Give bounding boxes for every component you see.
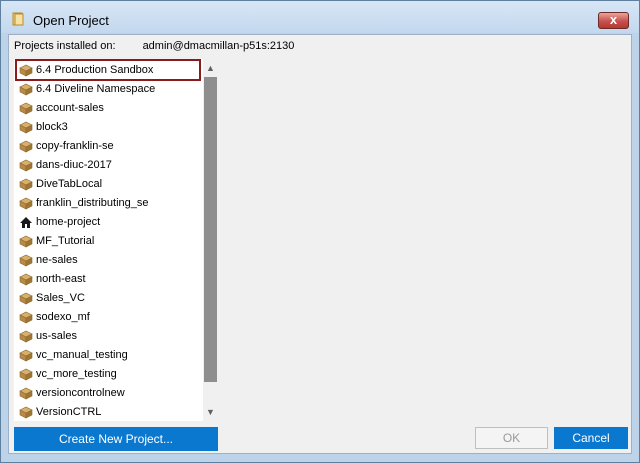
- project-label: VersionCTRL: [36, 406, 102, 418]
- package-icon: [19, 292, 33, 305]
- scroll-thumb[interactable]: [204, 77, 217, 382]
- installed-on-header: Projects installed on: admin@dmacmillan-…: [14, 40, 294, 52]
- project-list-item[interactable]: MF_Tutorial: [17, 232, 199, 250]
- project-label: home-project: [36, 216, 101, 228]
- project-label: franklin_distributing_se: [36, 197, 149, 209]
- package-icon: [19, 235, 33, 248]
- cancel-button[interactable]: Cancel: [554, 427, 628, 449]
- project-list-item[interactable]: home-project: [17, 213, 199, 231]
- package-icon: [19, 273, 33, 286]
- project-list-item[interactable]: block3: [17, 118, 199, 136]
- open-project-window: Open Project x Projects installed on: ad…: [0, 0, 640, 463]
- project-list-item[interactable]: 6.4 Production Sandbox: [15, 59, 201, 81]
- package-icon: [19, 349, 33, 362]
- project-list-item[interactable]: vc_more_testing: [17, 365, 199, 383]
- package-icon: [19, 83, 33, 96]
- create-new-project-button[interactable]: Create New Project...: [14, 427, 218, 451]
- project-list-item[interactable]: DiveTabLocal: [17, 175, 199, 193]
- project-list[interactable]: 6.4 Production Sandbox 6.4 Diveline Names…: [14, 59, 218, 421]
- project-label: vc_manual_testing: [36, 349, 128, 361]
- project-label: vc_more_testing: [36, 368, 117, 380]
- project-list-item[interactable]: VersionCTRL: [17, 403, 199, 421]
- scroll-up-arrow-icon[interactable]: ▲: [203, 60, 218, 76]
- package-icon: [19, 159, 33, 172]
- project-label: ne-sales: [36, 254, 78, 266]
- project-list-item[interactable]: franklin_distributing_se: [17, 194, 199, 212]
- package-icon: [19, 406, 33, 419]
- project-label: sodexo_mf: [36, 311, 90, 323]
- package-icon: [19, 330, 33, 343]
- project-label: Sales_VC: [36, 292, 85, 304]
- close-icon: x: [609, 12, 618, 27]
- project-label: account-sales: [36, 102, 104, 114]
- project-list-item[interactable]: vc_manual_testing: [17, 346, 199, 364]
- close-button[interactable]: x: [598, 12, 629, 29]
- package-icon: [19, 64, 33, 77]
- project-list-item[interactable]: dans-diuc-2017: [17, 156, 199, 174]
- package-icon: [19, 311, 33, 324]
- folder-icon: [12, 12, 24, 26]
- project-label: north-east: [36, 273, 86, 285]
- details-pane: [219, 59, 629, 421]
- project-list-scrollbar[interactable]: ▲ ▼: [203, 59, 218, 421]
- project-label: dans-diuc-2017: [36, 159, 112, 171]
- project-list-item[interactable]: north-east: [17, 270, 199, 288]
- project-label: 6.4 Production Sandbox: [36, 64, 154, 76]
- package-icon: [19, 387, 33, 400]
- project-list-item[interactable]: account-sales: [17, 99, 199, 117]
- ok-button[interactable]: OK: [475, 427, 548, 449]
- home-icon: [20, 217, 32, 228]
- package-icon: [19, 178, 33, 191]
- project-label: versioncontrolnew: [36, 387, 125, 399]
- package-icon: [19, 121, 33, 134]
- scroll-down-arrow-icon[interactable]: ▼: [203, 404, 218, 420]
- project-label: 6.4 Diveline Namespace: [36, 83, 156, 95]
- package-icon: [19, 254, 33, 267]
- installed-on-label: Projects installed on:: [14, 40, 116, 52]
- project-list-item[interactable]: copy-franklin-se: [17, 137, 199, 155]
- project-label: block3: [36, 121, 68, 133]
- project-label: us-sales: [36, 330, 77, 342]
- project-list-item[interactable]: versioncontrolnew: [17, 384, 199, 402]
- package-icon: [19, 140, 33, 153]
- title-bar[interactable]: Open Project x: [1, 1, 639, 33]
- project-list-item[interactable]: us-sales: [17, 327, 199, 345]
- project-list-item[interactable]: 6.4 Diveline Namespace: [17, 80, 199, 98]
- project-label: MF_Tutorial: [36, 235, 95, 247]
- package-icon: [19, 368, 33, 381]
- window-title: Open Project: [33, 13, 109, 28]
- project-list-item[interactable]: Sales_VC: [17, 289, 199, 307]
- host-address: admin@dmacmillan-p51s:2130: [142, 40, 295, 52]
- package-icon: [19, 102, 33, 115]
- project-list-item[interactable]: ne-sales: [17, 251, 199, 269]
- package-icon: [19, 197, 33, 210]
- project-list-item[interactable]: sodexo_mf: [17, 308, 199, 326]
- project-label: copy-franklin-se: [36, 140, 114, 152]
- project-label: DiveTabLocal: [36, 178, 103, 190]
